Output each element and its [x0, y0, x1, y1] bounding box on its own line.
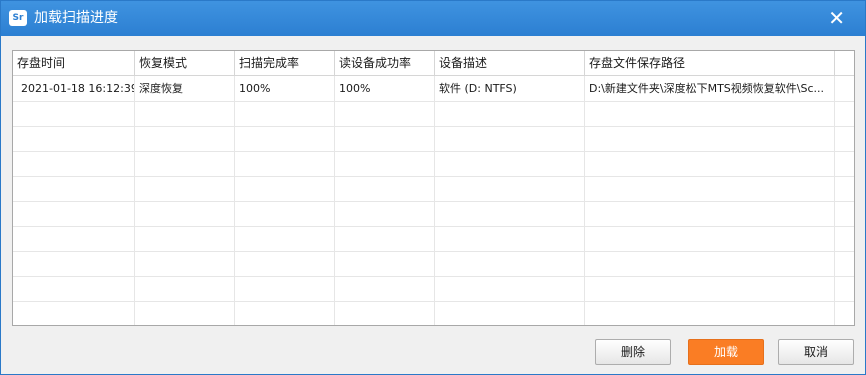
column-header-save-time[interactable]: 存盘时间 — [13, 51, 135, 75]
table-row-empty — [13, 226, 854, 252]
table-row-empty — [13, 301, 854, 325]
cell-save-time: 2021-01-18 16:12:39 — [13, 76, 135, 101]
table-row-empty — [13, 151, 854, 177]
scan-progress-table: 存盘时间 恢复模式 扫描完成率 读设备成功率 设备描述 存盘文件保存路径 202… — [12, 50, 855, 326]
cell-scan-completion: 100% — [235, 76, 335, 101]
title-bar: Sr 加载扫描进度 ✕ — [1, 1, 865, 36]
table-row-empty — [13, 126, 854, 152]
cancel-button[interactable]: 取消 — [778, 339, 854, 365]
column-header-save-path[interactable]: 存盘文件保存路径 — [585, 51, 835, 75]
table-row[interactable]: 2021-01-18 16:12:39 深度恢复 100% 100% 软件 (D… — [13, 76, 854, 102]
table-row-empty — [13, 201, 854, 227]
table-row-empty — [13, 176, 854, 202]
load-scan-progress-dialog: Sr 加载扫描进度 ✕ 存盘时间 恢复模式 扫描完成率 读设备成功率 设备描述 … — [0, 0, 866, 375]
column-header-read-success[interactable]: 读设备成功率 — [335, 51, 435, 75]
column-header-scan-completion[interactable]: 扫描完成率 — [235, 51, 335, 75]
cell-read-success: 100% — [335, 76, 435, 101]
app-logo-icon: Sr — [9, 10, 27, 26]
dialog-title: 加载扫描进度 — [34, 10, 118, 26]
close-icon[interactable]: ✕ — [828, 7, 845, 29]
load-button[interactable]: 加载 — [688, 339, 764, 365]
column-header-recovery-mode[interactable]: 恢复模式 — [135, 51, 235, 75]
cell-recovery-mode: 深度恢复 — [135, 76, 235, 101]
table-row-empty — [13, 276, 854, 302]
cell-save-path: D:\新建文件夹\深度松下MTS视频恢复软件\Sc... — [585, 76, 835, 101]
table-header: 存盘时间 恢复模式 扫描完成率 读设备成功率 设备描述 存盘文件保存路径 — [13, 51, 854, 76]
delete-button[interactable]: 删除 — [595, 339, 671, 365]
table-row-empty — [13, 101, 854, 127]
table-row-empty — [13, 251, 854, 277]
column-header-device-description[interactable]: 设备描述 — [435, 51, 585, 75]
cell-device-description: 软件 (D: NTFS) — [435, 76, 585, 101]
